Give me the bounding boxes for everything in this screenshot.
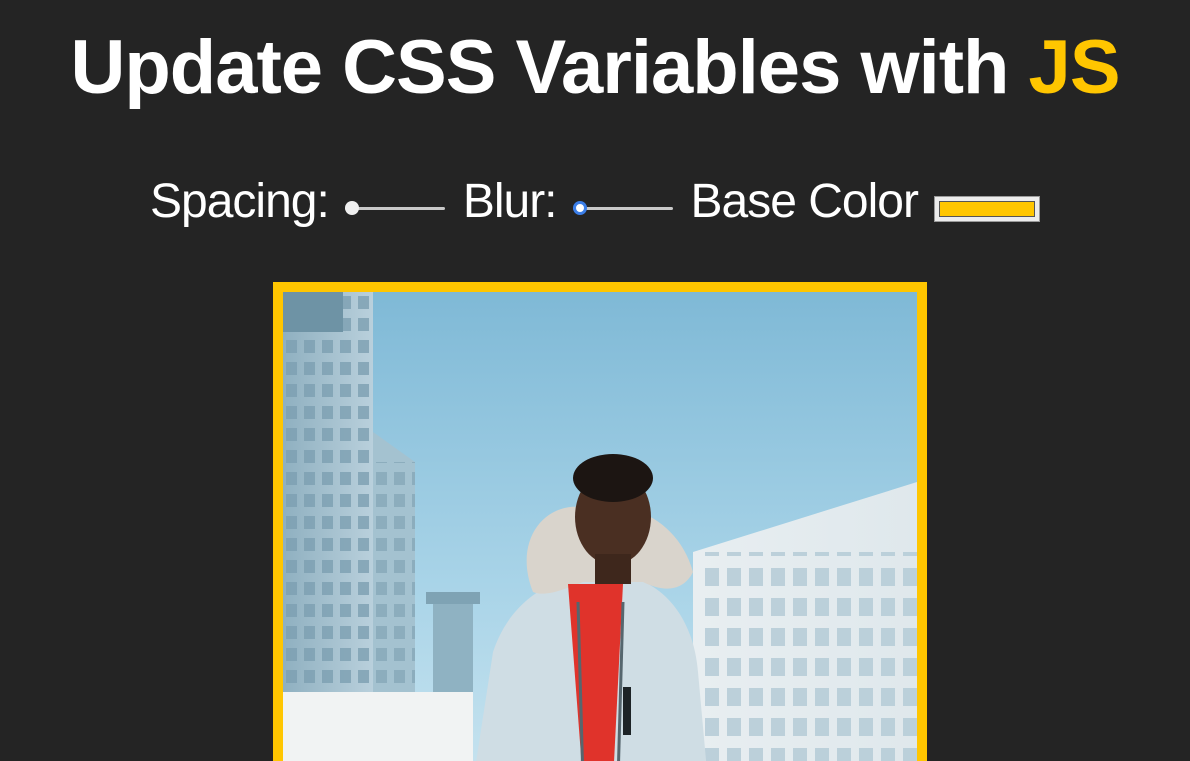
base-color-picker[interactable] [933,196,1040,222]
blur-label: Blur: [462,175,558,228]
blur-slider-thumb[interactable] [572,201,587,215]
blur-slider[interactable] [572,198,673,218]
base-color-swatch [938,201,1035,217]
photo-image [283,292,917,761]
base-color-label: Base Color [690,175,919,228]
blur-slider-track [572,207,673,210]
spacing-slider-track [344,207,445,210]
controls-bar: Spacing: Blur: Base Color [0,172,1190,232]
photo-frame [273,282,927,761]
spacing-slider-thumb[interactable] [344,201,359,215]
title-text: Update CSS Variables with [70,25,1029,110]
page-title: Update CSS Variables with JS [0,26,1190,110]
spacing-slider[interactable] [344,198,445,218]
page: Update CSS Variables with JS Spacing: Bl… [0,0,1190,761]
title-highlight: JS [1028,25,1121,110]
spacing-label: Spacing: [150,175,330,228]
